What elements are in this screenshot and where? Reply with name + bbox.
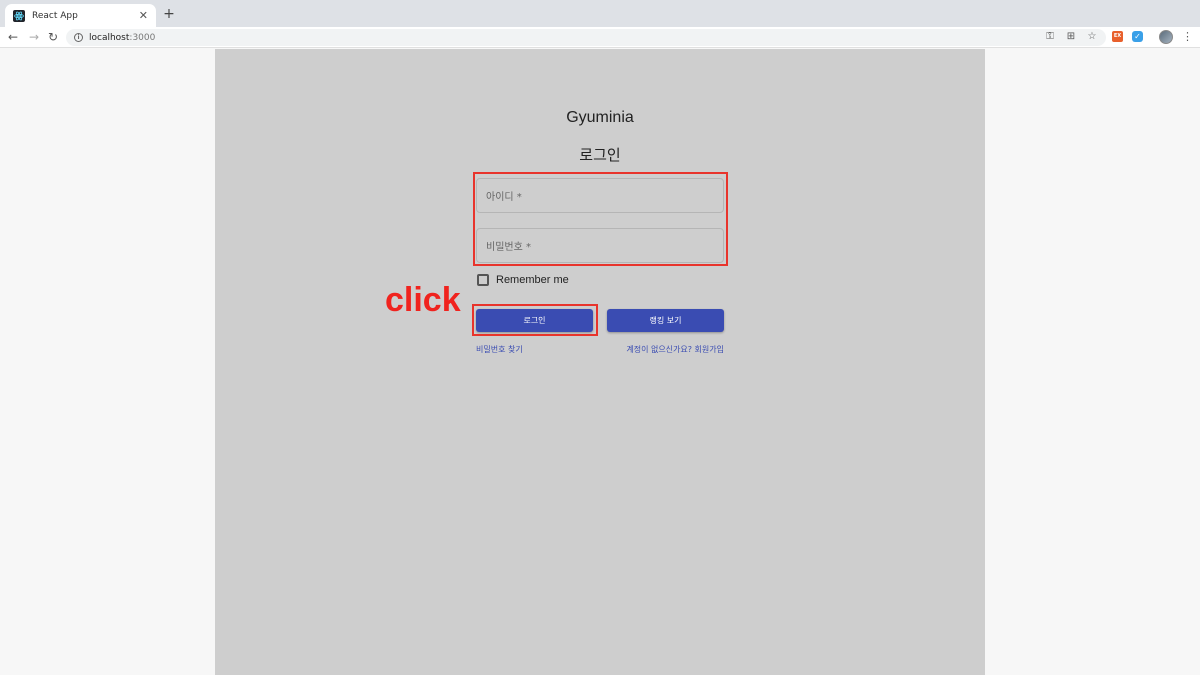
menu-dots-icon[interactable]: ⋮: [1182, 29, 1193, 45]
signup-link[interactable]: 계정이 없으신가요? 회원가입: [622, 344, 724, 355]
address-bar[interactable]: i localhost:3000 ⚿ ⊞ ☆: [66, 29, 1106, 46]
forward-arrow-icon[interactable]: →: [27, 30, 41, 44]
forgot-password-link[interactable]: 비밀번호 찾기: [476, 344, 523, 355]
remember-label: Remember me: [496, 274, 569, 286]
profile-avatar[interactable]: [1159, 30, 1173, 44]
url-text: localhost:3000: [89, 32, 156, 43]
key-icon[interactable]: ⚿: [1044, 31, 1056, 43]
page-margin-left: [0, 49, 215, 675]
reload-icon[interactable]: ↻: [46, 30, 60, 44]
login-panel: Gyuminia 로그인 아이디 * 비밀번호 * Remember me 로그…: [215, 49, 985, 675]
page-title: 로그인: [579, 146, 621, 164]
annotation-box-login: [472, 304, 598, 336]
tab-strip: React App ✕ +: [0, 0, 1200, 27]
page-margin-right: [985, 49, 1200, 675]
star-icon[interactable]: ☆: [1086, 31, 1098, 43]
tab-title: React App: [32, 10, 78, 21]
close-icon[interactable]: ✕: [139, 10, 148, 21]
browser-toolbar: ← → ↻ i localhost:3000 ⚿ ⊞ ☆: [0, 27, 1200, 48]
extension-icon[interactable]: EX: [1112, 31, 1123, 42]
annotation-box-fields: [473, 172, 728, 266]
annotation-click-text: click: [385, 281, 461, 319]
react-icon: [13, 9, 25, 22]
new-tab-plus-icon[interactable]: +: [161, 6, 177, 22]
browser-tab[interactable]: React App ✕: [5, 4, 156, 27]
remember-checkbox[interactable]: [477, 274, 489, 286]
ranking-button[interactable]: 랭킹 보기: [607, 309, 724, 332]
back-arrow-icon[interactable]: ←: [6, 30, 20, 44]
translate-icon[interactable]: ⊞: [1065, 31, 1077, 43]
info-icon[interactable]: i: [74, 33, 83, 42]
brand-title: Gyuminia: [566, 109, 634, 126]
remember-me[interactable]: Remember me: [477, 274, 569, 286]
extension-icon[interactable]: ✓: [1132, 31, 1143, 42]
